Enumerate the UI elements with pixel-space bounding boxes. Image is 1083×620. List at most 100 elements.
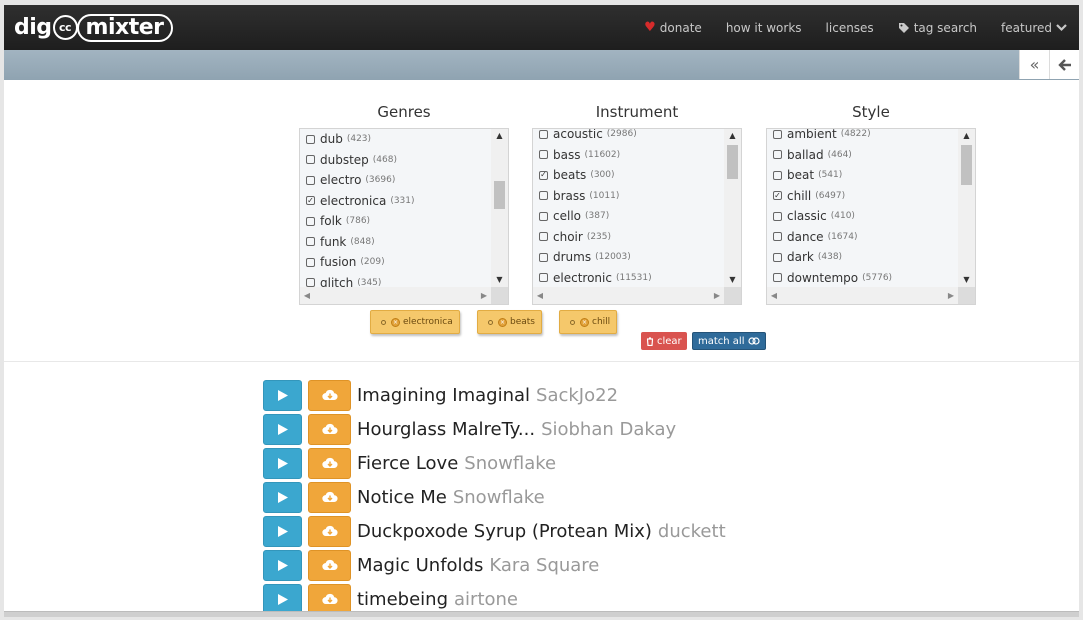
filter-option[interactable]: drums (12003) <box>533 247 724 268</box>
nav-donate[interactable]: ♥ donate <box>644 20 702 35</box>
filter-option[interactable]: ✓ beats (300) <box>533 165 724 186</box>
track-title[interactable]: timebeing <box>357 589 448 610</box>
checkbox[interactable] <box>773 150 782 160</box>
remove-tag-icon[interactable]: × <box>498 317 507 327</box>
back-button[interactable] <box>1049 50 1079 79</box>
scroll-left-icon[interactable]: ◀ <box>533 287 547 304</box>
horizontal-page-scrollbar[interactable] <box>4 611 1079 617</box>
checkbox[interactable] <box>539 150 548 160</box>
filter-option[interactable]: funk (848) <box>300 232 491 253</box>
play-button[interactable] <box>263 413 302 445</box>
filter-option[interactable]: cello (387) <box>533 206 724 227</box>
filter-option[interactable]: fusion (209) <box>300 252 491 273</box>
scroll-right-icon[interactable]: ▶ <box>710 287 724 304</box>
play-button[interactable] <box>263 549 302 581</box>
filter-option[interactable]: ✓ electronica (331) <box>300 191 491 212</box>
genres-hscrollbar[interactable]: ◀ ▶ <box>300 287 491 304</box>
checkbox[interactable] <box>773 129 782 139</box>
checked-checkbox[interactable]: ✓ <box>306 196 315 206</box>
filter-option[interactable]: electro (3696) <box>300 170 491 191</box>
scroll-left-icon[interactable]: ◀ <box>767 287 781 304</box>
filter-option[interactable]: glitch (345) <box>300 273 491 287</box>
filter-option[interactable]: folk (786) <box>300 211 491 232</box>
nav-licenses[interactable]: licenses <box>826 21 874 35</box>
checkbox[interactable] <box>306 175 315 185</box>
play-button[interactable] <box>263 583 302 615</box>
checkbox[interactable] <box>773 232 782 242</box>
scroll-right-icon[interactable]: ▶ <box>944 287 958 304</box>
scroll-up-icon[interactable]: ▲ <box>958 129 975 143</box>
filter-option[interactable]: ✓ chill (6497) <box>767 186 958 207</box>
scroll-right-icon[interactable]: ▶ <box>477 287 491 304</box>
checkbox[interactable] <box>773 252 782 262</box>
download-button[interactable] <box>308 583 351 615</box>
download-button[interactable] <box>308 481 351 513</box>
scroll-thumb[interactable] <box>727 145 738 179</box>
filter-option[interactable]: ambient (4822) <box>767 129 958 145</box>
filter-option[interactable]: downtempo (5776) <box>767 268 958 288</box>
genres-listbox[interactable]: dub (423) dubstep (468) electro (3696) ✓ electr… <box>299 128 509 305</box>
play-button[interactable] <box>263 379 302 411</box>
download-button[interactable] <box>308 413 351 445</box>
checkbox[interactable] <box>539 211 548 221</box>
nav-tag-search[interactable]: tag search <box>898 21 977 35</box>
checkbox[interactable] <box>539 232 548 242</box>
genres-scrollbar[interactable]: ▲ ▼ <box>491 129 508 287</box>
play-button[interactable] <box>263 447 302 479</box>
track-title[interactable]: Duckpoxode Syrup (Protean Mix) <box>357 521 652 542</box>
checkbox[interactable] <box>773 273 782 283</box>
scroll-down-icon[interactable]: ▼ <box>724 273 741 287</box>
checkbox[interactable] <box>306 278 315 287</box>
filter-option[interactable]: bass (11602) <box>533 145 724 166</box>
scroll-down-icon[interactable]: ▼ <box>958 273 975 287</box>
filter-option[interactable]: dance (1674) <box>767 227 958 248</box>
filter-option[interactable]: dubstep (468) <box>300 150 491 171</box>
filter-option[interactable]: dark (438) <box>767 247 958 268</box>
download-button[interactable] <box>308 515 351 547</box>
scroll-up-icon[interactable]: ▲ <box>724 129 741 143</box>
selected-tag-chill[interactable]: × chill <box>559 310 618 334</box>
filter-option[interactable]: choir (235) <box>533 227 724 248</box>
checkbox[interactable] <box>306 237 315 247</box>
nav-featured[interactable]: featured <box>1001 21 1067 35</box>
dig-ccmixter-logo[interactable]: dig cc mixter <box>14 13 173 42</box>
track-artist[interactable]: duckett <box>658 521 726 542</box>
collapse-button[interactable]: « <box>1019 50 1049 79</box>
track-artist[interactable]: airtone <box>454 589 518 610</box>
play-button[interactable] <box>263 515 302 547</box>
checkbox[interactable] <box>306 216 315 226</box>
download-button[interactable] <box>308 379 351 411</box>
scroll-down-icon[interactable]: ▼ <box>491 273 508 287</box>
checkbox[interactable] <box>773 170 782 180</box>
checked-checkbox[interactable]: ✓ <box>773 191 782 201</box>
checkbox[interactable] <box>306 257 315 267</box>
checkbox[interactable] <box>539 273 548 283</box>
scroll-thumb[interactable] <box>494 181 505 209</box>
match-all-button[interactable]: match all <box>692 332 766 350</box>
track-artist[interactable]: Kara Square <box>489 555 599 576</box>
checkbox[interactable] <box>773 211 782 221</box>
remove-tag-icon[interactable]: × <box>391 317 400 327</box>
scroll-thumb[interactable] <box>961 145 972 185</box>
track-artist[interactable]: Siobhan Dakay <box>541 419 676 440</box>
checkbox[interactable] <box>539 129 548 139</box>
clear-button[interactable]: clear <box>641 332 687 350</box>
style-listbox[interactable]: ambient (4822) ballad (464) beat (541) ✓ chill(… <box>766 128 976 305</box>
instrument-listbox[interactable]: acoustic (2986) bass (11602) ✓ beats (300) bras… <box>532 128 742 305</box>
download-button[interactable] <box>308 447 351 479</box>
instrument-scrollbar[interactable]: ▲ ▼ <box>724 129 741 287</box>
download-button[interactable] <box>308 549 351 581</box>
track-title[interactable]: Fierce Love <box>357 453 458 474</box>
track-title[interactable]: Hourglass MalreTy... <box>357 419 535 440</box>
track-title[interactable]: Notice Me <box>357 487 447 508</box>
filter-option[interactable]: beat (541) <box>767 165 958 186</box>
checkbox[interactable] <box>306 155 315 165</box>
track-artist[interactable]: Snowflake <box>453 487 545 508</box>
filter-option[interactable]: ballad (464) <box>767 145 958 166</box>
checkbox[interactable] <box>306 134 315 144</box>
filter-option[interactable]: electronic (11531) <box>533 268 724 288</box>
selected-tag-electronica[interactable]: × electronica <box>370 310 460 334</box>
filter-option[interactable]: classic (410) <box>767 206 958 227</box>
checked-checkbox[interactable]: ✓ <box>539 170 548 180</box>
track-artist[interactable]: SackJo22 <box>536 385 618 406</box>
